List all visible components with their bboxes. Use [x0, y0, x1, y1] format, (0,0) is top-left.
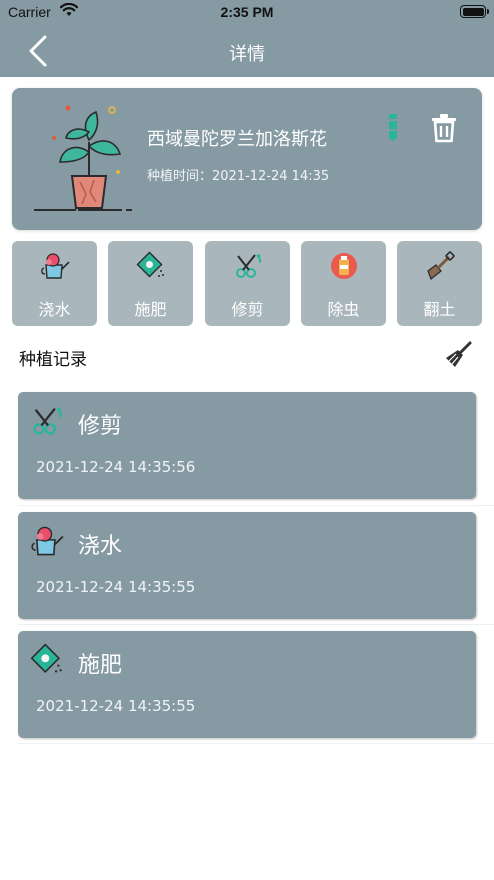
battery-icon — [460, 5, 489, 18]
record-title: 修剪 — [78, 414, 123, 439]
water-action-button[interactable]: 浇水 — [12, 241, 97, 326]
potted-plant-icon — [34, 105, 132, 211]
shovel-icon — [427, 251, 455, 280]
watering-can-icon — [31, 526, 64, 556]
prune-action-button[interactable]: 修剪 — [205, 241, 290, 326]
till-soil-action-button[interactable]: 翻土 — [397, 241, 482, 326]
plant-name: 西域曼陀罗兰加洛斯花 — [147, 129, 327, 150]
watering-can-icon — [41, 253, 70, 279]
record-time: 2021-12-24 14:35:55 — [36, 697, 196, 715]
fertilize-action-label: 施肥 — [134, 300, 167, 319]
record-time: 2021-12-24 14:35:55 — [36, 578, 196, 596]
edit-icon[interactable] — [380, 112, 406, 142]
fertilizer-bag-icon — [136, 251, 164, 278]
pesticide-spray-icon — [331, 253, 357, 279]
planting-time: 种植时间：2021-12-24 14:35 — [147, 169, 330, 184]
record-title: 施肥 — [78, 653, 123, 678]
header-bar: Carrier 2:35 PM 详情 — [0, 0, 494, 77]
pest-control-action-label: 除虫 — [327, 300, 360, 319]
pruning-shears-icon — [33, 407, 63, 435]
record-card: 浇水 2021-12-24 14:35:55 — [18, 512, 476, 619]
pest-control-action-button[interactable]: 除虫 — [301, 241, 386, 326]
trash-icon[interactable] — [430, 113, 458, 143]
prune-action-label: 修剪 — [231, 300, 264, 319]
plant-info-card: 西域曼陀罗兰加洛斯花 种植时间：2021-12-24 14:35 — [12, 88, 482, 230]
fertilizer-bag-icon — [30, 643, 62, 674]
status-bar: Carrier 2:35 PM — [0, 0, 494, 24]
page-title: 详情 — [229, 44, 265, 65]
broom-icon[interactable] — [443, 340, 473, 370]
record-title: 浇水 — [78, 534, 123, 559]
clock: 2:35 PM — [220, 4, 274, 20]
record-card: 修剪 2021-12-24 14:35:56 — [18, 392, 476, 499]
divider — [18, 624, 494, 625]
divider — [18, 505, 494, 506]
fertilize-action-button[interactable]: 施肥 — [108, 241, 193, 326]
record-time: 2021-12-24 14:35:56 — [36, 458, 196, 476]
divider — [18, 743, 494, 744]
records-section-title: 种植记录 — [19, 350, 87, 370]
pruning-shears-icon — [236, 253, 262, 278]
till-soil-action-label: 翻土 — [423, 300, 456, 319]
water-action-label: 浇水 — [38, 300, 71, 319]
record-card: 施肥 2021-12-24 14:35:55 — [18, 631, 476, 738]
